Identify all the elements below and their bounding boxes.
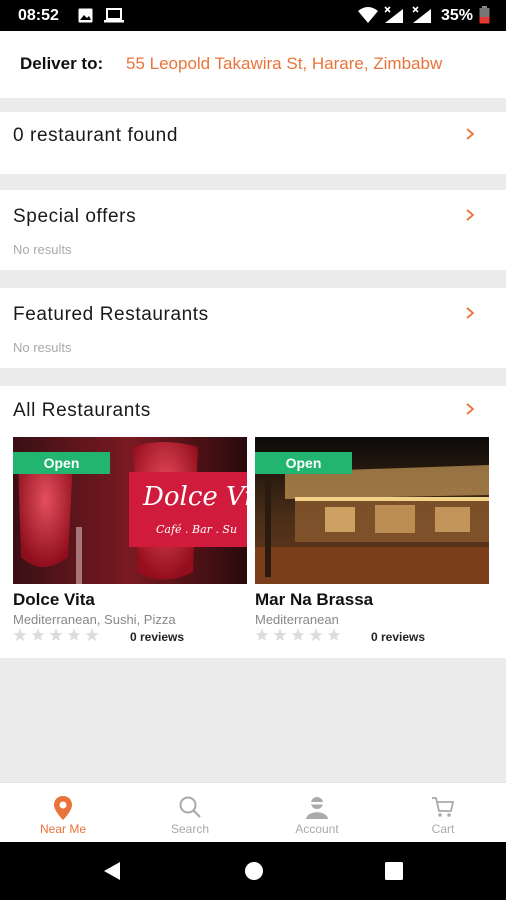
restaurants-found-title: 0 restaurant found bbox=[13, 125, 179, 146]
status-time: 08:52 bbox=[18, 7, 59, 24]
nav-search-label: Search bbox=[170, 822, 210, 836]
gallery-icon bbox=[78, 8, 93, 28]
review-count: 0 reviews bbox=[130, 630, 185, 644]
nav-cart-label: Cart bbox=[431, 822, 455, 836]
star-rating bbox=[255, 628, 345, 642]
bottom-navigation: Near Me Search Account Cart bbox=[0, 782, 506, 842]
account-icon bbox=[305, 795, 329, 824]
star-icon bbox=[291, 628, 305, 641]
star-icon bbox=[31, 628, 45, 641]
restaurant-name: Dolce Vita bbox=[13, 590, 95, 609]
nav-search[interactable]: Search bbox=[127, 783, 253, 843]
restaurants-found-row[interactable]: 0 restaurant found bbox=[0, 112, 506, 174]
nav-near-me[interactable]: Near Me bbox=[0, 783, 126, 843]
deliver-to-bar[interactable]: Deliver to: 55 Leopold Takawira St, Hara… bbox=[0, 31, 506, 98]
star-icon bbox=[273, 628, 287, 641]
battery-icon bbox=[479, 6, 490, 29]
restaurant-photo[interactable]: Dolce Vi Café . Bar . Su Open bbox=[13, 437, 247, 584]
chevron-right-icon bbox=[463, 127, 477, 141]
star-icon bbox=[49, 628, 63, 641]
featured-restaurants-section: Featured Restaurants No results bbox=[0, 288, 506, 368]
chevron-right-icon[interactable] bbox=[463, 402, 477, 416]
dolce-vita-sign-sub: Café . Bar . Su bbox=[156, 523, 238, 536]
star-icon bbox=[13, 628, 27, 641]
recents-icon[interactable] bbox=[385, 862, 403, 885]
restaurant-photo[interactable]: Open bbox=[255, 437, 489, 584]
wifi-icon bbox=[358, 7, 378, 28]
system-navigation-bar bbox=[0, 842, 506, 900]
dolce-vita-sign: Dolce Vi bbox=[143, 482, 247, 512]
special-offers-title[interactable]: Special offers bbox=[13, 206, 136, 228]
home-icon[interactable] bbox=[244, 861, 264, 886]
star-rating bbox=[13, 628, 103, 642]
special-offers-section: Special offers No results bbox=[0, 190, 506, 270]
star-icon bbox=[255, 628, 269, 641]
deliver-label: Deliver to: bbox=[20, 54, 104, 73]
review-count: 0 reviews bbox=[371, 630, 426, 644]
open-badge: Open bbox=[255, 452, 352, 474]
restaurant-name: Mar Na Brassa bbox=[255, 590, 374, 609]
restaurant-cuisine: Mediterranean, Sushi, Pizza bbox=[13, 612, 176, 627]
open-badge: Open bbox=[13, 452, 110, 474]
search-icon bbox=[178, 795, 202, 824]
nav-account[interactable]: Account bbox=[254, 783, 380, 843]
battery-percent: 35% bbox=[441, 7, 474, 24]
back-icon[interactable] bbox=[102, 861, 122, 886]
featured-title[interactable]: Featured Restaurants bbox=[13, 304, 209, 326]
star-icon bbox=[67, 628, 81, 641]
star-icon bbox=[327, 628, 341, 641]
status-bar: 08:52 35% bbox=[0, 0, 506, 31]
star-icon bbox=[309, 628, 323, 641]
star-icon bbox=[85, 628, 99, 641]
nav-account-label: Account bbox=[295, 822, 339, 836]
chevron-right-icon[interactable] bbox=[463, 208, 477, 222]
chevron-right-icon[interactable] bbox=[463, 306, 477, 320]
featured-empty: No results bbox=[13, 340, 72, 355]
special-offers-empty: No results bbox=[13, 242, 72, 257]
signal-x-icon bbox=[383, 6, 405, 29]
cart-icon bbox=[431, 795, 455, 824]
all-restaurants-title[interactable]: All Restaurants bbox=[13, 400, 151, 422]
delivery-address[interactable]: 55 Leopold Takawira St, Harare, Zimbabw bbox=[126, 54, 506, 74]
restaurant-cuisine: Mediterranean bbox=[255, 612, 339, 627]
nav-near-me-label: Near Me bbox=[39, 822, 86, 836]
nav-cart[interactable]: Cart bbox=[380, 783, 506, 843]
laptop-icon bbox=[104, 8, 124, 28]
signal-x-icon bbox=[411, 6, 433, 29]
